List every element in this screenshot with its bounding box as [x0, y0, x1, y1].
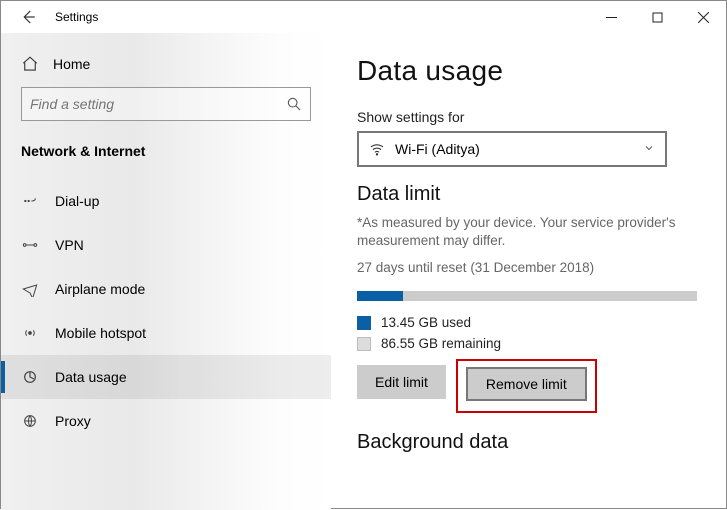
sidebar: Home Network & Internet Dial-up VPN [1, 33, 331, 510]
legend-remaining-label: 86.55 GB remaining [381, 336, 501, 351]
main-panel: Data usage Show settings for Wi-Fi (Adit… [331, 33, 726, 510]
maximize-button[interactable] [634, 1, 680, 33]
measure-hint: *As measured by your device. Your servic… [357, 214, 700, 250]
remove-limit-button[interactable]: Remove limit [466, 367, 587, 401]
network-dropdown[interactable]: Wi-Fi (Aditya) [357, 131, 667, 167]
minimize-button[interactable] [588, 1, 634, 33]
sidebar-item-label: Data usage [55, 369, 127, 385]
show-settings-label: Show settings for [357, 109, 700, 125]
reset-line: 27 days until reset (31 December 2018) [357, 260, 700, 275]
data-usage-icon [21, 368, 39, 386]
legend-used-label: 13.45 GB used [381, 315, 471, 330]
home-icon [21, 55, 39, 73]
sidebar-item-dialup[interactable]: Dial-up [1, 179, 331, 223]
legend-remaining: 86.55 GB remaining [357, 336, 700, 351]
edit-limit-button[interactable]: Edit limit [357, 365, 446, 399]
sidebar-item-proxy[interactable]: Proxy [1, 399, 331, 443]
sidebar-item-label: Dial-up [55, 193, 99, 209]
sidebar-item-label: VPN [55, 237, 84, 253]
legend-used: 13.45 GB used [357, 315, 700, 330]
close-button[interactable] [680, 1, 726, 33]
background-data-head: Background data [357, 431, 700, 454]
usage-bar [357, 291, 697, 301]
sidebar-item-datausage[interactable]: Data usage [1, 355, 331, 399]
chevron-down-icon [643, 142, 655, 157]
sidebar-home[interactable]: Home [1, 47, 331, 87]
sidebar-item-label: Proxy [55, 413, 91, 429]
sidebar-home-label: Home [53, 56, 90, 72]
sidebar-item-hotspot[interactable]: Mobile hotspot [1, 311, 331, 355]
search-icon [286, 96, 302, 112]
search-input[interactable] [30, 96, 286, 112]
sidebar-item-airplane[interactable]: Airplane mode [1, 267, 331, 311]
usage-bar-used [357, 291, 403, 301]
sidebar-item-label: Airplane mode [55, 281, 145, 297]
dialup-icon [21, 192, 39, 210]
sidebar-section-head: Network & Internet [1, 137, 331, 179]
sidebar-item-vpn[interactable]: VPN [1, 223, 331, 267]
window-title: Settings [55, 10, 98, 24]
data-limit-head: Data limit [357, 183, 700, 206]
page-title: Data usage [357, 55, 700, 87]
titlebar: Settings [1, 1, 726, 33]
hotspot-icon [21, 324, 39, 342]
airplane-icon [21, 280, 39, 298]
highlight-box: Remove limit [456, 359, 597, 413]
back-arrow-icon[interactable] [19, 8, 37, 26]
swatch-remaining-icon [357, 337, 371, 351]
vpn-icon [21, 236, 39, 254]
search-input-wrap[interactable] [21, 87, 311, 121]
wifi-icon [369, 141, 385, 157]
sidebar-item-label: Mobile hotspot [55, 325, 146, 341]
proxy-icon [21, 412, 39, 430]
swatch-used-icon [357, 316, 371, 330]
dropdown-value: Wi-Fi (Aditya) [395, 141, 633, 157]
